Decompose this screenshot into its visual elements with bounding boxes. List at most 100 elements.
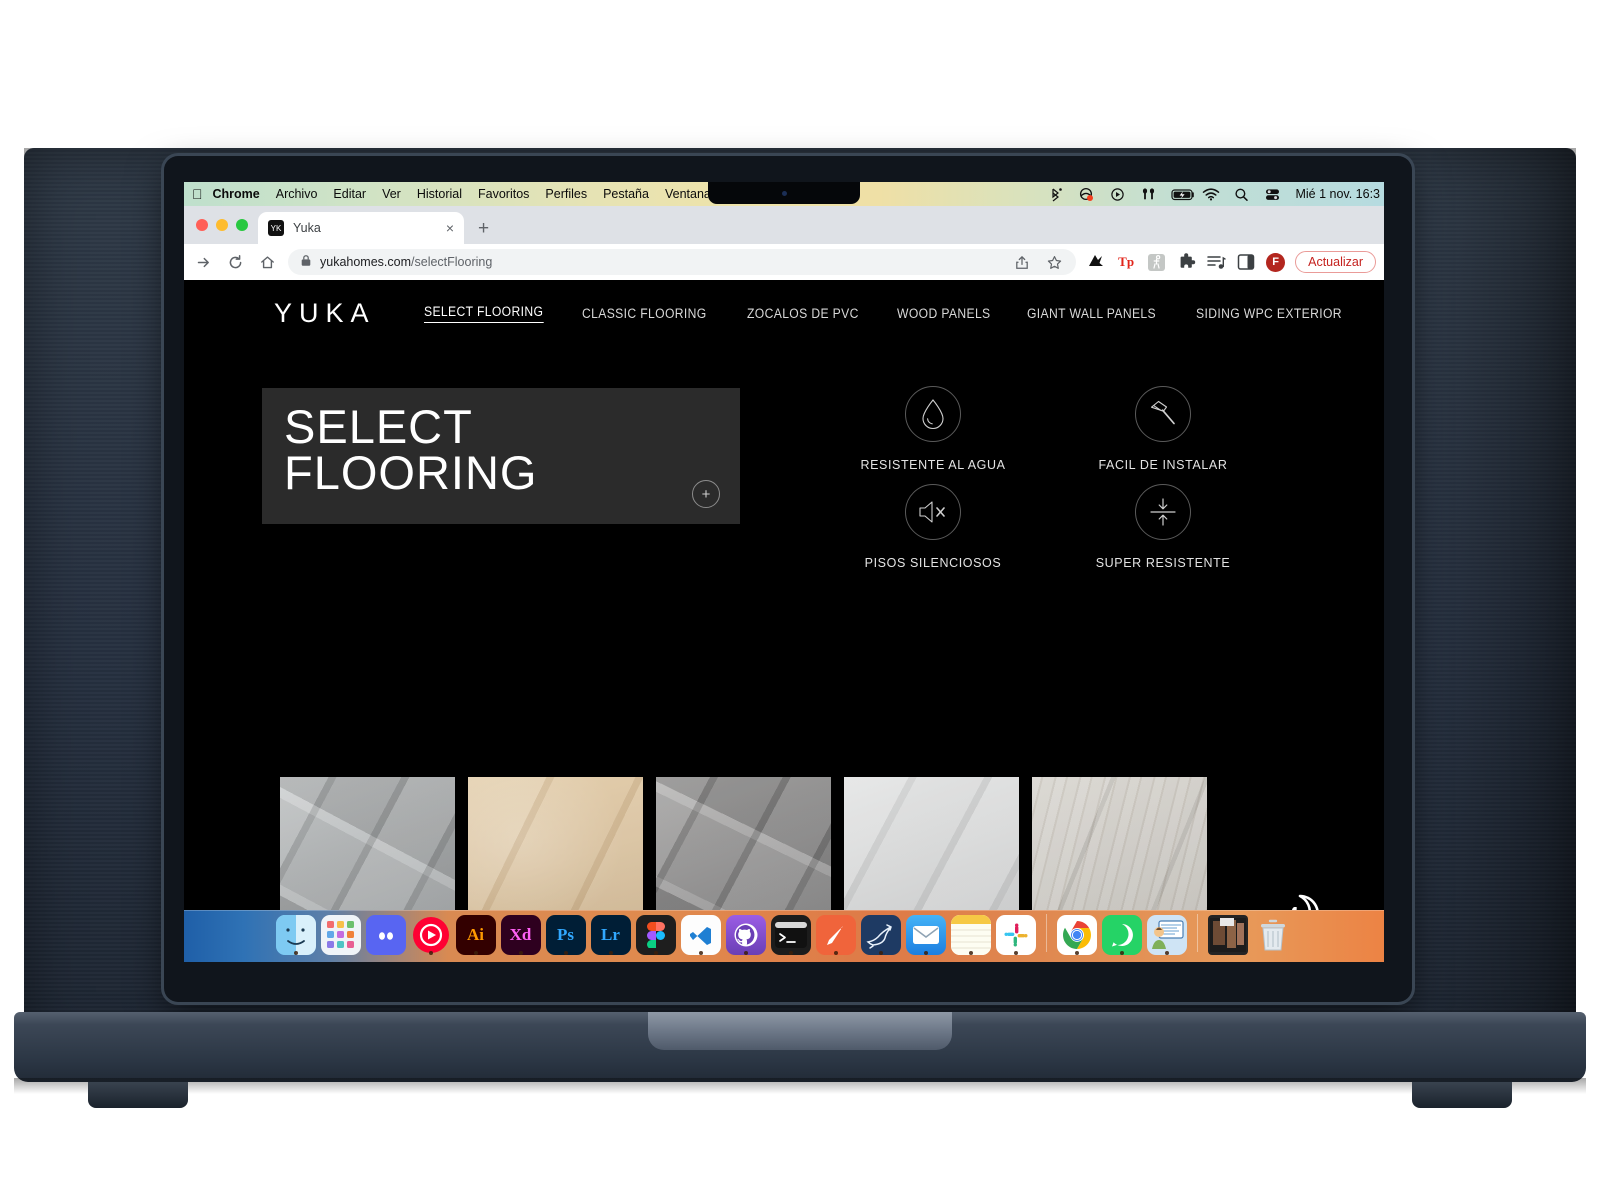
camera-icon: [782, 191, 787, 196]
dock-item-finder[interactable]: [275, 915, 316, 955]
feature-super-resistente[interactable]: SUPER RESISTENTE: [1048, 480, 1278, 570]
profile-avatar[interactable]: F: [1266, 252, 1286, 272]
dock-item-teamviewer[interactable]: [1146, 915, 1187, 955]
nav-link-select-flooring[interactable]: SELECT FLOORING: [423, 304, 543, 323]
dock-item-terminal[interactable]: [770, 915, 811, 955]
menu-item-pestana[interactable]: Pestaña: [603, 187, 649, 201]
tp-icon[interactable]: Tp: [1116, 252, 1136, 272]
running-indicator: [878, 951, 883, 955]
chrome-toolbar: yukahomes.com/selectFlooring Tp F Actual…: [184, 244, 1384, 280]
sidepanel-icon[interactable]: [1236, 252, 1256, 272]
running-indicator: [293, 951, 298, 955]
browser-tab[interactable]: YK Yuka ×: [258, 212, 464, 244]
reload-icon[interactable]: [224, 251, 246, 273]
nav-link-classic-flooring[interactable]: CLASSIC FLOORING: [582, 306, 707, 321]
puzzle-icon[interactable]: [1176, 252, 1196, 272]
apple-logo-icon[interactable]: : [192, 187, 203, 201]
menu-item-favoritos[interactable]: Favoritos: [478, 187, 529, 201]
screen-recording-icon[interactable]: [1078, 187, 1095, 202]
menu-bar-clock[interactable]: Mié 1 nov. 16:3: [1295, 187, 1380, 201]
dock-item-slack[interactable]: [995, 915, 1036, 955]
dock-item-photos-folder[interactable]: [1207, 915, 1248, 955]
omnibox-actions: [1012, 252, 1064, 272]
star-icon[interactable]: [1044, 252, 1064, 272]
menu-bar-status-area: Mié 1 nov. 16:3: [1047, 182, 1384, 206]
running-indicator: [563, 951, 568, 955]
dock-item-figma[interactable]: [635, 915, 676, 955]
running-indicator: [923, 951, 928, 955]
dock-item-trash[interactable]: [1253, 915, 1293, 955]
nav-link-giant-wall-panels[interactable]: GIANT WALL PANELS: [1027, 306, 1156, 321]
playlist-icon[interactable]: [1206, 252, 1226, 272]
home-icon[interactable]: [256, 251, 278, 273]
minimize-button[interactable]: [216, 219, 228, 231]
site-nav-links: SELECT FLOORING CLASSIC FLOORING ZOCALOS…: [423, 304, 1384, 323]
hero-expand-plus-icon[interactable]: +: [692, 480, 720, 508]
now-playing-icon[interactable]: [1109, 187, 1126, 202]
feature-resistente-al-agua[interactable]: RESISTENTE AL AGUA: [818, 382, 1048, 472]
dock-item-github[interactable]: [725, 915, 766, 955]
wifi-icon[interactable]: [1202, 187, 1220, 202]
menu-item-editar[interactable]: Editar: [333, 187, 366, 201]
dock-item-chrome[interactable]: [1056, 915, 1097, 955]
dock-item-postman[interactable]: [815, 915, 856, 955]
site-logo[interactable]: YUKA: [274, 298, 376, 329]
url-text: yukahomes.com/selectFlooring: [320, 255, 492, 269]
running-indicator: [1164, 951, 1169, 955]
menu-item-ventana[interactable]: Ventana: [665, 187, 711, 201]
running-indicator: [968, 951, 973, 955]
control-center-icon[interactable]: [1264, 187, 1281, 202]
update-button[interactable]: Actualizar: [1295, 251, 1376, 273]
laptop-foot-left: [88, 1082, 188, 1108]
menu-item-historial[interactable]: Historial: [417, 187, 462, 201]
nav-link-siding-wpc-exterior[interactable]: SIDING WPC EXTERIOR: [1196, 306, 1342, 321]
nav-link-zocalos-de-pvc[interactable]: ZOCALOS DE PVC: [747, 306, 859, 321]
forward-arrow-icon[interactable]: [192, 251, 214, 273]
dock-item-lightroom[interactable]: Lr: [590, 915, 631, 955]
running-indicator: [698, 951, 703, 955]
dock-item-xd[interactable]: Xd: [500, 915, 541, 955]
menu-item-chrome[interactable]: Chrome: [213, 187, 260, 201]
battery-charging-icon[interactable]: [1171, 187, 1195, 202]
url-path: /selectFlooring: [411, 255, 493, 269]
new-tab-button[interactable]: +: [478, 218, 489, 244]
dock-item-mail[interactable]: [905, 915, 946, 955]
feature-label: FACIL DE INSTALAR: [1098, 458, 1228, 472]
screen:  Chrome Archivo Editar Ver Historial Fa…: [184, 182, 1384, 962]
dock-item-launchpad[interactable]: [320, 915, 361, 955]
feature-pisos-silenciosos[interactable]: PISOS SILENCIOSOS: [818, 480, 1048, 570]
dock-item-photoshop[interactable]: Ps: [545, 915, 586, 955]
running-indicator: [1074, 951, 1079, 955]
reader-icon[interactable]: [1146, 252, 1166, 272]
close-button[interactable]: [196, 219, 208, 231]
lock-icon: [300, 254, 312, 270]
feature-facil-de-instalar[interactable]: FACIL DE INSTALAR: [1048, 382, 1278, 472]
dock-item-mysql-workbench[interactable]: [860, 915, 901, 955]
bluetooth-icon[interactable]: [1047, 187, 1064, 202]
menu-item-perfiles[interactable]: Perfiles: [545, 187, 587, 201]
running-indicator: [653, 951, 658, 955]
dock-item-vscode[interactable]: [680, 915, 721, 955]
nav-link-wood-panels[interactable]: WOOD PANELS: [897, 306, 991, 321]
macos-dock: Ai Xd Ps Lr: [184, 904, 1384, 962]
airpods-icon[interactable]: [1140, 187, 1157, 202]
menu-item-archivo[interactable]: Archivo: [276, 187, 318, 201]
address-bar[interactable]: yukahomes.com/selectFlooring: [288, 249, 1077, 275]
menu-item-ver[interactable]: Ver: [382, 187, 401, 201]
maximize-button[interactable]: [236, 219, 248, 231]
dock-item-notes[interactable]: [950, 915, 991, 955]
dock-item-illustrator[interactable]: Ai: [455, 915, 496, 955]
running-indicator: [743, 951, 748, 955]
dock-item-whatsapp[interactable]: [1101, 915, 1142, 955]
dock-item-youtube-music[interactable]: [411, 915, 451, 955]
tab-close-icon[interactable]: ×: [446, 220, 454, 236]
running-indicator: [788, 951, 793, 955]
share-icon[interactable]: [1012, 252, 1032, 272]
running-indicator: [833, 951, 838, 955]
running-indicator: [1013, 951, 1018, 955]
dock-item-discord[interactable]: [365, 915, 406, 955]
dock-separator: [1196, 914, 1198, 952]
window-controls: [192, 206, 258, 244]
ghostery-icon[interactable]: [1086, 252, 1106, 272]
spotlight-search-icon[interactable]: [1233, 187, 1250, 202]
